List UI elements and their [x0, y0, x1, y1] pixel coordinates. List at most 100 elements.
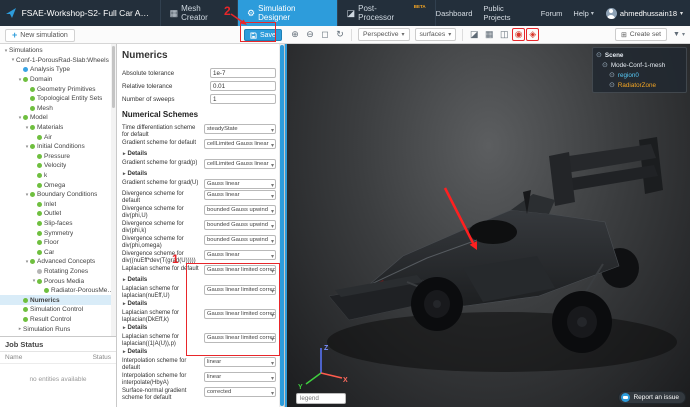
details-toggle[interactable]: ▸Details [123, 300, 276, 307]
scheme-select-surface-normal-gradient-scheme-for-default[interactable]: corrected▾ [204, 387, 276, 397]
details-toggle[interactable]: ▸Details [123, 276, 276, 283]
tree-item-air[interactable]: Air [0, 132, 116, 142]
tree-scrollbar[interactable] [111, 44, 116, 336]
save-button[interactable]: Save [244, 29, 282, 41]
fit-view-icon[interactable]: ◻ [318, 28, 332, 41]
tree-item-materials[interactable]: ▾Materials [0, 123, 116, 133]
field-input-number-of-sweeps[interactable] [210, 94, 276, 104]
tree-item-advanced-concepts[interactable]: ▾Advanced Concepts [0, 257, 116, 267]
pick-region-icon[interactable]: ◈ [526, 28, 539, 41]
nav-help[interactable]: Help▾ [573, 9, 593, 18]
tree-item-numerics[interactable]: Numerics [0, 295, 116, 305]
3d-viewport[interactable]: ⊙ Scene ⊙Mode-Conf-1-mesh⊙region0⊙Radiat… [285, 44, 690, 407]
tree-item-domain[interactable]: ▾Domain [0, 75, 116, 85]
tree-item-porous-media[interactable]: ▾Porous Media [0, 276, 116, 286]
report-issue-button[interactable]: Report an issue [618, 391, 686, 404]
scene-item-radiatorzone[interactable]: ⊙RadiatorZone [596, 80, 683, 90]
details-toggle[interactable]: ▸Details [123, 170, 276, 177]
scene-item-label: region0 [618, 72, 639, 79]
tree-item-simulation-control[interactable]: Simulation Control [0, 305, 116, 315]
job-status-empty-text: no entities available [0, 376, 116, 383]
chevron-down-icon: ▾ [271, 360, 274, 367]
tab-post-processor[interactable]: ◪Post-ProcessorBETA [337, 0, 436, 26]
tree-item-rotating-zones[interactable]: Rotating Zones [0, 267, 116, 277]
tree-item-geometry-primitives[interactable]: Geometry Primitives [0, 84, 116, 94]
scene-item-region0[interactable]: ⊙region0 [596, 70, 683, 80]
details-toggle[interactable]: ▸Details [123, 150, 276, 157]
scheme-select-laplacian-scheme-for-laplacian-dkeff-k[interactable]: Gauss linear limited correct...▾ [204, 309, 276, 319]
scheme-select-interpolation-scheme-for-default[interactable]: linear▾ [204, 357, 276, 367]
render-mode-select[interactable]: surfaces ▾ [415, 28, 457, 41]
eye-icon[interactable]: ⊙ [596, 51, 602, 59]
legend-input[interactable] [296, 393, 346, 404]
scheme-select-laplacian-scheme-for-default[interactable]: Gauss linear limited correct...▾ [204, 265, 276, 275]
visibility-icon[interactable]: ◪ [467, 28, 481, 41]
new-simulation-button[interactable]: + New simulation [5, 29, 75, 42]
scheme-select-interpolation-scheme-for-interpolate-hbya[interactable]: linear▾ [204, 372, 276, 382]
tree-item-mesh[interactable]: Mesh [0, 104, 116, 114]
scheme-select-time-differentiation-scheme-for-default[interactable]: steadyState▾ [204, 124, 276, 134]
perspective-select[interactable]: Perspective ▾ [358, 28, 410, 41]
nav-dashboard[interactable]: Dashboard [436, 9, 473, 18]
reset-view-icon[interactable]: ↻ [333, 28, 347, 41]
filter-menu[interactable]: ▼ ▾ [673, 31, 685, 38]
chevron-down-icon: ▾ [271, 268, 274, 275]
details-toggle[interactable]: ▸Details [123, 324, 276, 331]
tree-item-boundary-conditions[interactable]: ▾Boundary Conditions [0, 190, 116, 200]
tree-item-omega[interactable]: Omega [0, 180, 116, 190]
scene-item-mode-conf-1-mesh[interactable]: ⊙Mode-Conf-1-mesh [596, 60, 683, 70]
field-input-absolute-tolerance[interactable] [210, 68, 276, 78]
scheme-select-laplacian-scheme-for-laplacian-1-a-u-p[interactable]: Gauss linear limited correct...▾ [204, 333, 276, 343]
tree-item-radiator-porousmedium[interactable]: Radiator-PorousMedium [0, 286, 116, 296]
tree-item-simulations[interactable]: ▾Simulations [0, 46, 116, 56]
nav-public-projects[interactable]: Public Projects [483, 4, 529, 22]
scheme-select-divergence-scheme-for-div-phi-u[interactable]: bounded Gauss upwind▾ [204, 205, 276, 215]
tree-item-model[interactable]: ▾Model [0, 113, 116, 123]
tree-scrollbar-thumb[interactable] [112, 46, 115, 108]
panel-scrollbar-thumb[interactable] [280, 45, 284, 406]
app-logo-icon[interactable] [0, 0, 22, 26]
scheme-select-gradient-scheme-for-grad-u[interactable]: Gauss linear▾ [204, 179, 276, 189]
tree-item-outlet[interactable]: Outlet [0, 209, 116, 219]
nav-forum[interactable]: Forum [541, 9, 563, 18]
tree-item-initial-conditions[interactable]: ▾Initial Conditions [0, 142, 116, 152]
tree-item-slip-faces[interactable]: Slip-faces [0, 219, 116, 229]
create-set-button[interactable]: ⊞ Create set [615, 28, 667, 41]
scene-root[interactable]: ⊙ Scene [596, 50, 683, 60]
mesh-display-icon[interactable]: ▦ [482, 28, 496, 41]
tree-item-conf-1-porousrad-slab-wheels[interactable]: ▾Conf-1-PorousRad-Slab:Wheels [0, 56, 116, 66]
scheme-select-divergence-scheme-for-default[interactable]: Gauss linear▾ [204, 190, 276, 200]
tree-item-analysis-type[interactable]: Analysis Type [0, 65, 116, 75]
scheme-select-gradient-scheme-for-default[interactable]: cellLimited Gauss linear▾ [204, 139, 276, 149]
eye-icon[interactable]: ⊙ [609, 81, 615, 89]
scheme-select-divergence-scheme-for-div-phi-omega[interactable]: bounded Gauss upwind▾ [204, 235, 276, 245]
tree-item-velocity[interactable]: Velocity [0, 161, 116, 171]
tree-item-symmetry[interactable]: Symmetry [0, 228, 116, 238]
tree-item-car[interactable]: Car [0, 247, 116, 257]
scheme-select-divergence-scheme-for-div-phi-k[interactable]: bounded Gauss upwind▾ [204, 220, 276, 230]
details-toggle[interactable]: ▸Details [123, 348, 276, 355]
zoom-out-icon[interactable]: ⊖ [303, 28, 317, 41]
scheme-select-gradient-scheme-for-grad-p[interactable]: cellLimited Gauss linear▾ [204, 159, 276, 169]
tree-item-k[interactable]: k [0, 171, 116, 181]
selected-value: bounded Gauss upwind [207, 207, 268, 213]
tab-simulation-designer[interactable]: ⚙Simulation Designer [237, 0, 337, 26]
eye-icon[interactable]: ⊙ [602, 61, 608, 69]
scheme-select-divergence-scheme-for-div-nueff-dev-t-grad-u[interactable]: Gauss linear▾ [204, 250, 276, 260]
scheme-select-laplacian-scheme-for-laplacian-nueff-u[interactable]: Gauss linear limited correct...▾ [204, 285, 276, 295]
tree-item-floor[interactable]: Floor [0, 238, 116, 248]
zoom-in-icon[interactable]: ⊕ [288, 28, 302, 41]
tree-item-pressure[interactable]: Pressure [0, 152, 116, 162]
user-menu[interactable]: ahmedhussain18 ▾ [606, 0, 683, 26]
tree-item-inlet[interactable]: Inlet [0, 200, 116, 210]
mesh-creator-icon: ▦ [170, 8, 179, 19]
clip-plane-icon[interactable]: ◫ [497, 28, 511, 41]
pick-point-icon[interactable]: ◉ [512, 28, 525, 41]
tree-item-simulation-runs[interactable]: ▸Simulation Runs [0, 324, 116, 334]
tree-item-result-control[interactable]: Result Control [0, 315, 116, 325]
field-input-relative-tolerance[interactable] [210, 81, 276, 91]
panel-scrollbar[interactable] [279, 44, 284, 407]
eye-icon[interactable]: ⊙ [609, 71, 615, 79]
field-label: Number of sweeps [122, 96, 210, 103]
tree-item-topological-entity-sets[interactable]: Topological Entity Sets [0, 94, 116, 104]
